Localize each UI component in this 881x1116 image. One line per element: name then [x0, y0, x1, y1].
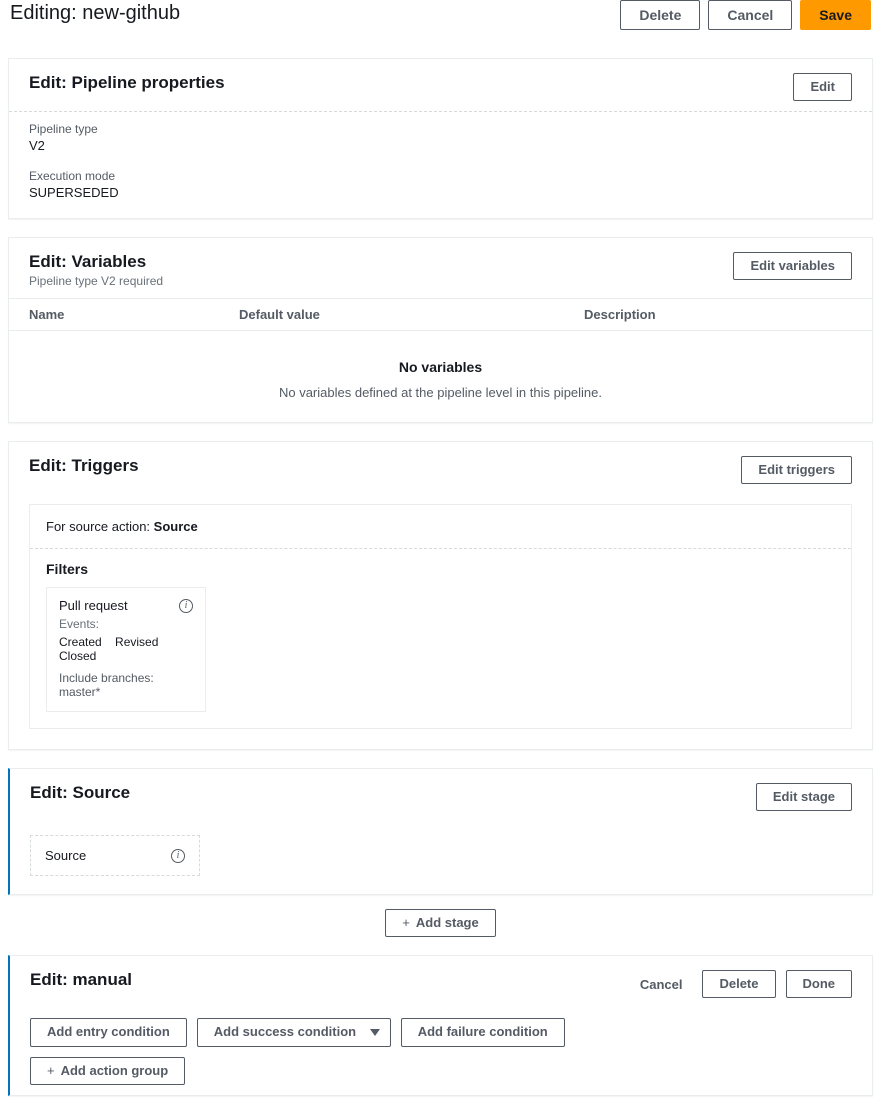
done-stage-button[interactable]: Done [786, 970, 853, 998]
for-source-action-value: Source [154, 519, 198, 534]
cancel-button[interactable]: Cancel [708, 0, 792, 30]
filters-label: Filters [30, 549, 851, 587]
page-title: Editing: new-github [10, 2, 180, 25]
variables-table-header: Name Default value Description [9, 298, 872, 331]
panel-head-source: Edit: Source Edit stage [10, 769, 872, 821]
delete-button[interactable]: Delete [620, 0, 700, 30]
manual-stage-actions: Cancel Delete Done [630, 970, 852, 998]
include-branches: Include branches: master* [59, 671, 193, 699]
panel-title: Edit: Pipeline properties [29, 73, 225, 93]
execution-mode-label: Execution mode [29, 169, 852, 183]
events-list: Created Revised Closed [59, 635, 193, 663]
col-description: Description [584, 307, 852, 322]
event-revised: Revised [115, 635, 158, 649]
panel-triggers: Edit: Triggers Edit triggers For source … [8, 441, 873, 750]
panel-source-stage: Edit: Source Edit stage Source i [8, 768, 873, 895]
include-branches-value: master* [59, 685, 100, 699]
panel-title: Edit: Variables [29, 252, 163, 272]
plus-icon: + [47, 1063, 55, 1078]
panel-pipeline-properties: Edit: Pipeline properties Edit Pipeline … [8, 58, 873, 219]
event-created: Created [59, 635, 102, 649]
panel-title: Edit: Triggers [29, 456, 139, 476]
action-name: Source [45, 848, 86, 863]
info-icon[interactable]: i [179, 599, 193, 613]
panel-title: Edit: Source [30, 783, 130, 803]
panel-variables: Edit: Variables Pipeline type V2 require… [8, 237, 873, 423]
kv-pipeline-type: Pipeline type V2 [29, 122, 852, 153]
add-entry-condition-button[interactable]: Add entry condition [30, 1018, 187, 1047]
filter-card-pull-request: Pull request i Events: Created Revised C… [46, 587, 206, 712]
info-icon[interactable]: i [171, 849, 185, 863]
event-closed: Closed [59, 649, 96, 663]
panel-title: Edit: manual [30, 970, 132, 990]
pipeline-type-value: V2 [29, 138, 852, 153]
add-action-group-button[interactable]: + Add action group [30, 1057, 185, 1085]
col-default: Default value [239, 307, 584, 322]
trigger-source-box: For source action: Source Filters Pull r… [29, 504, 852, 729]
empty-title: No variables [9, 359, 872, 375]
include-branches-label: Include branches: [59, 671, 154, 685]
events-label: Events: [59, 617, 193, 631]
delete-stage-button[interactable]: Delete [702, 970, 775, 998]
edit-variables-button[interactable]: Edit variables [733, 252, 852, 280]
edit-triggers-button[interactable]: Edit triggers [741, 456, 852, 484]
action-group-row: + Add action group [10, 1057, 872, 1095]
edit-pipeline-properties-button[interactable]: Edit [793, 73, 852, 101]
panel-head-triggers: Edit: Triggers Edit triggers [9, 442, 872, 494]
pipeline-properties-body: Pipeline type V2 Execution mode SUPERSED… [9, 111, 872, 218]
add-success-condition-button[interactable]: Add success condition [197, 1018, 391, 1047]
add-success-condition-label: Add success condition [214, 1024, 356, 1039]
add-stage-row: + Add stage [8, 909, 873, 937]
add-failure-condition-button[interactable]: Add failure condition [401, 1018, 565, 1047]
panel-head-manual: Edit: manual Cancel Delete Done [10, 956, 872, 1008]
empty-subtitle: No variables defined at the pipeline lev… [9, 385, 872, 400]
pipeline-type-label: Pipeline type [29, 122, 852, 136]
kv-execution-mode: Execution mode SUPERSEDED [29, 169, 852, 200]
action-card-source: Source i [30, 835, 200, 876]
panel-manual-stage: Edit: manual Cancel Delete Done Add entr… [8, 955, 873, 1096]
cancel-stage-button[interactable]: Cancel [630, 973, 693, 996]
save-button[interactable]: Save [800, 0, 871, 30]
panel-head-variables: Edit: Variables Pipeline type V2 require… [9, 238, 872, 298]
trigger-source-head: For source action: Source [30, 505, 851, 548]
for-source-action-label: For source action: [46, 519, 154, 534]
add-stage-label: Add stage [416, 915, 479, 930]
page-header: Editing: new-github Delete Cancel Save [8, 0, 873, 40]
filter-title: Pull request [59, 598, 128, 613]
add-stage-button[interactable]: + Add stage [385, 909, 495, 937]
caret-down-icon [370, 1023, 380, 1043]
add-action-group-label: Add action group [61, 1063, 169, 1078]
condition-buttons-row: Add entry condition Add success conditio… [10, 1008, 872, 1057]
variables-subtitle: Pipeline type V2 required [29, 274, 163, 288]
variables-empty-state: No variables No variables defined at the… [9, 331, 872, 422]
col-name: Name [29, 307, 239, 322]
plus-icon: + [402, 915, 410, 930]
edit-source-stage-button[interactable]: Edit stage [756, 783, 852, 811]
execution-mode-value: SUPERSEDED [29, 185, 852, 200]
panel-head-pipeline-properties: Edit: Pipeline properties Edit [9, 59, 872, 111]
header-actions: Delete Cancel Save [620, 0, 871, 30]
